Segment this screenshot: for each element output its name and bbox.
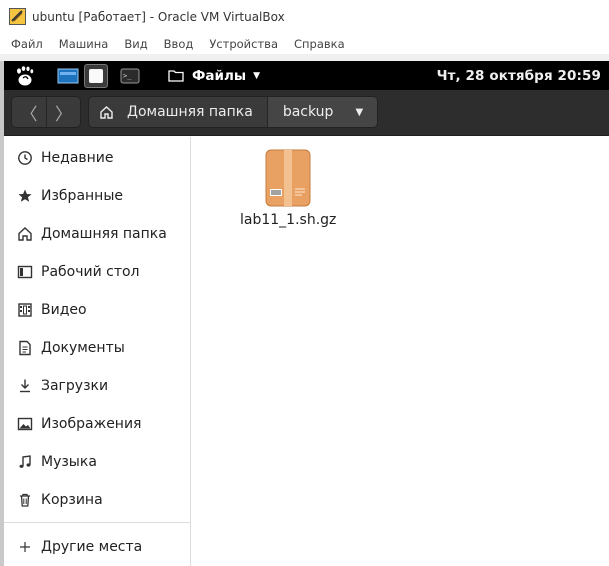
clock[interactable]: Чт, 28 октября 20:59 — [437, 61, 601, 90]
sidebar-item-documents[interactable]: Документы — [4, 329, 191, 367]
sidebar-item-label: Музыка — [41, 454, 97, 470]
menu-view[interactable]: Вид — [124, 37, 147, 51]
clock-icon — [17, 150, 33, 166]
virtualbox-menubar: Файл Машина Вид Ввод Устройства Справка — [0, 33, 609, 54]
sidebar-item-desktop[interactable]: Рабочий стол — [4, 253, 191, 291]
plus-icon — [17, 539, 33, 555]
sidebar-item-label: Изображения — [41, 416, 142, 432]
navigation-buttons: 〈 〉 — [11, 96, 81, 128]
home-icon — [99, 105, 114, 120]
sidebar-item-label: Корзина — [41, 492, 103, 508]
chevron-down-icon: ▼ — [253, 70, 260, 81]
taskbar-app-terminal-icon[interactable]: >_ — [118, 64, 142, 88]
menu-input[interactable]: Ввод — [164, 37, 194, 51]
folder-icon — [168, 69, 184, 82]
archive-icon — [265, 149, 311, 207]
download-icon — [17, 378, 33, 394]
home-icon — [17, 226, 33, 242]
sidebar-item-recent[interactable]: Недавние — [4, 139, 191, 177]
path-bar: Домашняя папка backup ▼ — [88, 96, 379, 128]
music-icon — [17, 454, 33, 470]
trash-icon — [17, 492, 33, 508]
sidebar-item-pictures[interactable]: Изображения — [4, 405, 191, 443]
app-menu-files[interactable]: Файлы ▼ — [168, 61, 260, 90]
places-sidebar: Недавние Избранные Домашняя папка Рабочи… — [4, 137, 191, 566]
file-view: lab11_1.sh.gz — [192, 137, 609, 566]
app-menu-label: Файлы — [192, 67, 247, 84]
sidebar-item-label: Избранные — [41, 188, 123, 204]
menu-machine[interactable]: Машина — [59, 37, 109, 51]
sidebar-item-label: Документы — [41, 340, 125, 356]
back-button[interactable]: 〈 — [12, 97, 46, 127]
sidebar-item-trash[interactable]: Корзина — [4, 481, 191, 519]
path-current-label: backup — [282, 104, 334, 120]
top-panel: >_ Файлы ▼ Чт, 28 октября 20:59 — [4, 61, 609, 90]
forward-button[interactable]: 〉 — [45, 97, 80, 127]
sidebar-item-label: Недавние — [41, 150, 114, 166]
path-home-label: Домашняя папка — [127, 104, 253, 120]
image-icon — [17, 416, 33, 432]
path-home-button[interactable]: Домашняя папка — [89, 97, 268, 127]
menu-file[interactable]: Файл — [11, 37, 43, 51]
sidebar-item-label: Домашняя папка — [41, 226, 167, 242]
sidebar-item-downloads[interactable]: Загрузки — [4, 367, 191, 405]
sidebar-item-videos[interactable]: Видео — [4, 291, 191, 329]
chevron-down-icon: ▼ — [355, 106, 364, 118]
sidebar-divider — [4, 522, 191, 523]
sidebar-item-label: Рабочий стол — [41, 264, 140, 280]
document-icon — [17, 340, 33, 356]
file-name: lab11_1.sh.gz — [240, 212, 337, 228]
video-icon — [17, 302, 33, 318]
virtualbox-title-bar: ubuntu [Работает] - Oracle VM VirtualBox — [0, 0, 609, 33]
menu-help[interactable]: Справка — [294, 37, 345, 51]
menubar-separator — [0, 54, 609, 61]
sidebar-item-other-locations[interactable]: Другие места — [4, 528, 191, 566]
window-title: ubuntu [Работает] - Oracle VM VirtualBox — [32, 9, 285, 24]
sidebar-item-home[interactable]: Домашняя папка — [4, 215, 191, 253]
desktop-icon — [17, 264, 33, 280]
sidebar-item-starred[interactable]: Избранные — [4, 177, 191, 215]
gnome-foot-icon[interactable] — [14, 65, 36, 87]
path-current-button[interactable]: backup ▼ — [267, 97, 378, 127]
virtualbox-app-icon — [9, 8, 26, 25]
sidebar-item-music[interactable]: Музыка — [4, 443, 191, 481]
chevron-right-icon: 〉 — [54, 104, 72, 125]
file-manager-headerbar: 〈 〉 Домашняя папка backup ▼ — [4, 90, 609, 136]
sidebar-item-label: Видео — [41, 302, 87, 318]
svg-text:>_: >_ — [123, 72, 132, 80]
sidebar-item-label: Другие места — [41, 539, 143, 555]
star-icon — [17, 188, 33, 204]
taskbar-app-files-icon[interactable] — [84, 64, 108, 88]
chevron-left-icon: 〈 — [20, 104, 38, 125]
menu-devices[interactable]: Устройства — [209, 37, 278, 51]
sidebar-item-label: Загрузки — [41, 378, 109, 394]
taskbar-app-display-icon[interactable] — [56, 64, 80, 88]
